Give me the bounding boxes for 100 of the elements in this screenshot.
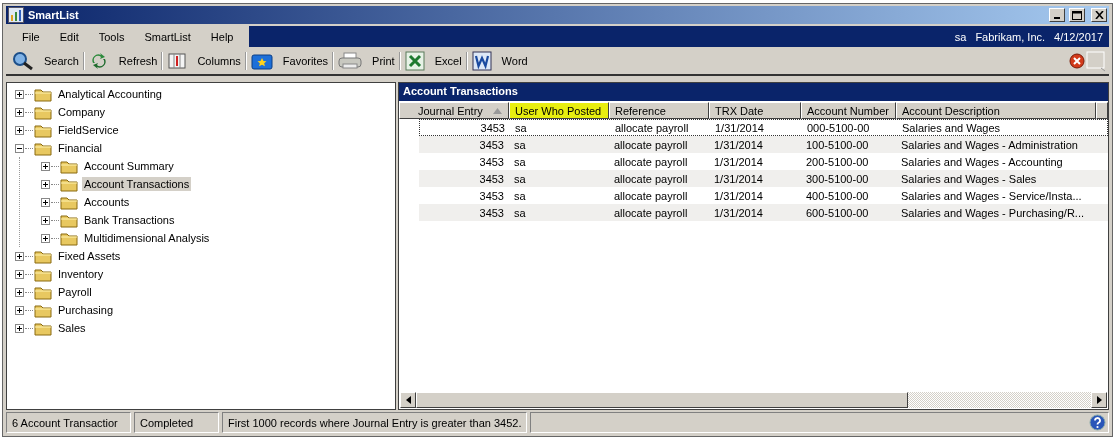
expand-toggle[interactable]	[41, 233, 50, 243]
collapse-toggle[interactable]	[15, 143, 24, 153]
expand-toggle[interactable]	[15, 287, 24, 297]
menu-item[interactable]: Help	[200, 30, 244, 43]
star-folder-icon	[250, 51, 273, 70]
maximize-button[interactable]	[1069, 8, 1085, 22]
table-row[interactable]: 3453 sa allocate payroll 1/31/2014 400-5100-00 Salaries and Wages - Service/Insta...	[419, 187, 1108, 204]
table-cell-text: 300-5100-00	[805, 172, 870, 185]
folder-icon	[34, 104, 52, 120]
tree-item[interactable]: Fixed Assets	[56, 249, 123, 263]
table-cell-text: 3453	[478, 189, 505, 202]
table-cell-text: sa	[513, 138, 527, 151]
table-row[interactable]: 3453 sa allocate payroll 1/31/2014 600-5100-00 Salaries and Wages - Purchasing/R...	[419, 204, 1108, 221]
tree-item[interactable]: FieldService	[56, 123, 121, 137]
document-icon	[471, 50, 492, 71]
menu-item[interactable]: Edit	[49, 30, 89, 43]
close-button[interactable]	[1091, 8, 1107, 22]
window-title: SmartList	[28, 9, 79, 21]
tree-item[interactable]: Account Transactions	[82, 177, 192, 191]
expand-toggle[interactable]	[15, 323, 24, 333]
table-cell-text: 1/31/2014	[713, 172, 764, 185]
horizontal-scrollbar[interactable]	[400, 392, 1107, 408]
tree-item[interactable]: Company	[56, 105, 108, 119]
table-row[interactable]: 3453 sa allocate payroll 1/31/2014 100-5100-00 Salaries and Wages - Administration	[419, 136, 1108, 153]
table-cell-text: Salaries and Wages - Service/Insta...	[900, 189, 1083, 202]
table-cell-text: sa	[513, 172, 527, 185]
table-cell-text: 3453	[479, 121, 506, 134]
expand-toggle[interactable]	[41, 179, 50, 189]
table-row[interactable]: 3453 sa allocate payroll 1/31/2014 300-5100-00 Salaries and Wages - Sales	[419, 170, 1108, 187]
expand-toggle[interactable]	[15, 251, 24, 261]
menu-item[interactable]: SmartList	[134, 30, 201, 43]
menu-item[interactable]: Tools	[88, 30, 135, 43]
tree-item[interactable]: Payroll	[56, 285, 94, 299]
toolbar-button[interactable]: Print	[334, 51, 399, 70]
table-cell-text: allocate payroll	[613, 138, 689, 151]
table-cell-text: sa	[513, 189, 527, 202]
table-cell-text: 200-5100-00	[805, 155, 870, 168]
table-cell-text: allocate payroll	[613, 172, 689, 185]
toolbar-button[interactable]: Excel	[400, 50, 466, 71]
table-cell-text: allocate payroll	[613, 206, 689, 219]
table-cell-text: 3453	[478, 172, 505, 185]
table-cell-text: Salaries and Wages - Administration	[900, 138, 1079, 151]
tree-item[interactable]: Purchasing	[56, 303, 116, 317]
tree-item[interactable]: Sales	[56, 321, 88, 335]
app-icon	[8, 7, 24, 23]
tree-item[interactable]: Accounts	[82, 195, 132, 209]
expand-toggle[interactable]	[15, 305, 24, 315]
column-header[interactable]: User Who Posted	[509, 102, 609, 119]
toolbar-button[interactable]: Word	[467, 50, 532, 71]
table-cell-text: 600-5100-00	[805, 206, 870, 219]
column-header[interactable]: Reference	[609, 102, 709, 119]
folder-icon	[34, 248, 52, 264]
close-icon[interactable]	[1069, 52, 1085, 69]
search-icon	[12, 50, 34, 71]
column-header[interactable]: Account Description	[896, 102, 1096, 119]
column-header[interactable]: TRX Date	[709, 102, 801, 119]
table-cell-text: 1/31/2014	[713, 155, 764, 168]
column-header[interactable]: Journal Entry	[399, 102, 509, 119]
folder-icon	[34, 320, 52, 336]
status-panel: 6 Account Transactior	[6, 412, 131, 433]
column-header[interactable]: Account Number	[801, 102, 896, 119]
toolbar-button[interactable]: Refresh	[84, 50, 162, 71]
folder-icon	[34, 266, 52, 282]
expand-toggle[interactable]	[15, 89, 24, 99]
folder-icon	[34, 86, 52, 102]
table-cell-text: 3453	[478, 138, 505, 151]
folder-icon	[60, 158, 78, 174]
toolbar-button[interactable]: Search	[8, 50, 83, 71]
expand-toggle[interactable]	[15, 107, 24, 117]
expand-toggle[interactable]	[41, 215, 50, 225]
folder-icon	[34, 140, 52, 156]
help-icon[interactable]	[1089, 414, 1106, 431]
folder-icon	[60, 212, 78, 228]
folder-icon	[60, 230, 78, 246]
minimize-button[interactable]	[1049, 8, 1065, 22]
table-cell-text: 1/31/2014	[713, 206, 764, 219]
tree-item[interactable]: Multidimensional Analysis	[82, 231, 212, 245]
expand-toggle[interactable]	[15, 125, 24, 135]
expand-toggle[interactable]	[41, 197, 50, 207]
expand-toggle[interactable]	[41, 161, 50, 171]
table-cell-text: Salaries and Wages - Purchasing/R...	[900, 206, 1085, 219]
table-cell-text: 1/31/2014	[714, 121, 765, 134]
tree-item[interactable]: Bank Transactions	[82, 213, 177, 227]
table-cell-text: 1/31/2014	[713, 189, 764, 202]
menu-item[interactable]: File	[12, 30, 50, 43]
toolbar-button[interactable]: Columns	[163, 50, 245, 71]
left-arrow-icon	[405, 396, 411, 404]
tree-item[interactable]: Financial	[56, 141, 105, 155]
tree-item[interactable]: Account Summary	[82, 159, 176, 173]
printer-icon	[338, 51, 363, 70]
tree-item[interactable]: Inventory	[56, 267, 106, 281]
table-cell-text: Salaries and Wages - Accounting	[900, 155, 1064, 168]
table-row[interactable]: 3453 sa allocate payroll 1/31/2014 200-5100-00 Salaries and Wages - Accounting	[419, 153, 1108, 170]
tree-item[interactable]: Analytical Accounting	[56, 87, 164, 101]
table-cell-text: Salaries and Wages	[901, 121, 1002, 134]
toolbar-button[interactable]: Favorites	[246, 51, 333, 70]
table-cell-text: allocate payroll	[614, 121, 690, 134]
status-panel: Completed	[134, 412, 219, 433]
expand-toggle[interactable]	[15, 269, 24, 279]
panel-title: Account Transactions	[399, 83, 1108, 101]
